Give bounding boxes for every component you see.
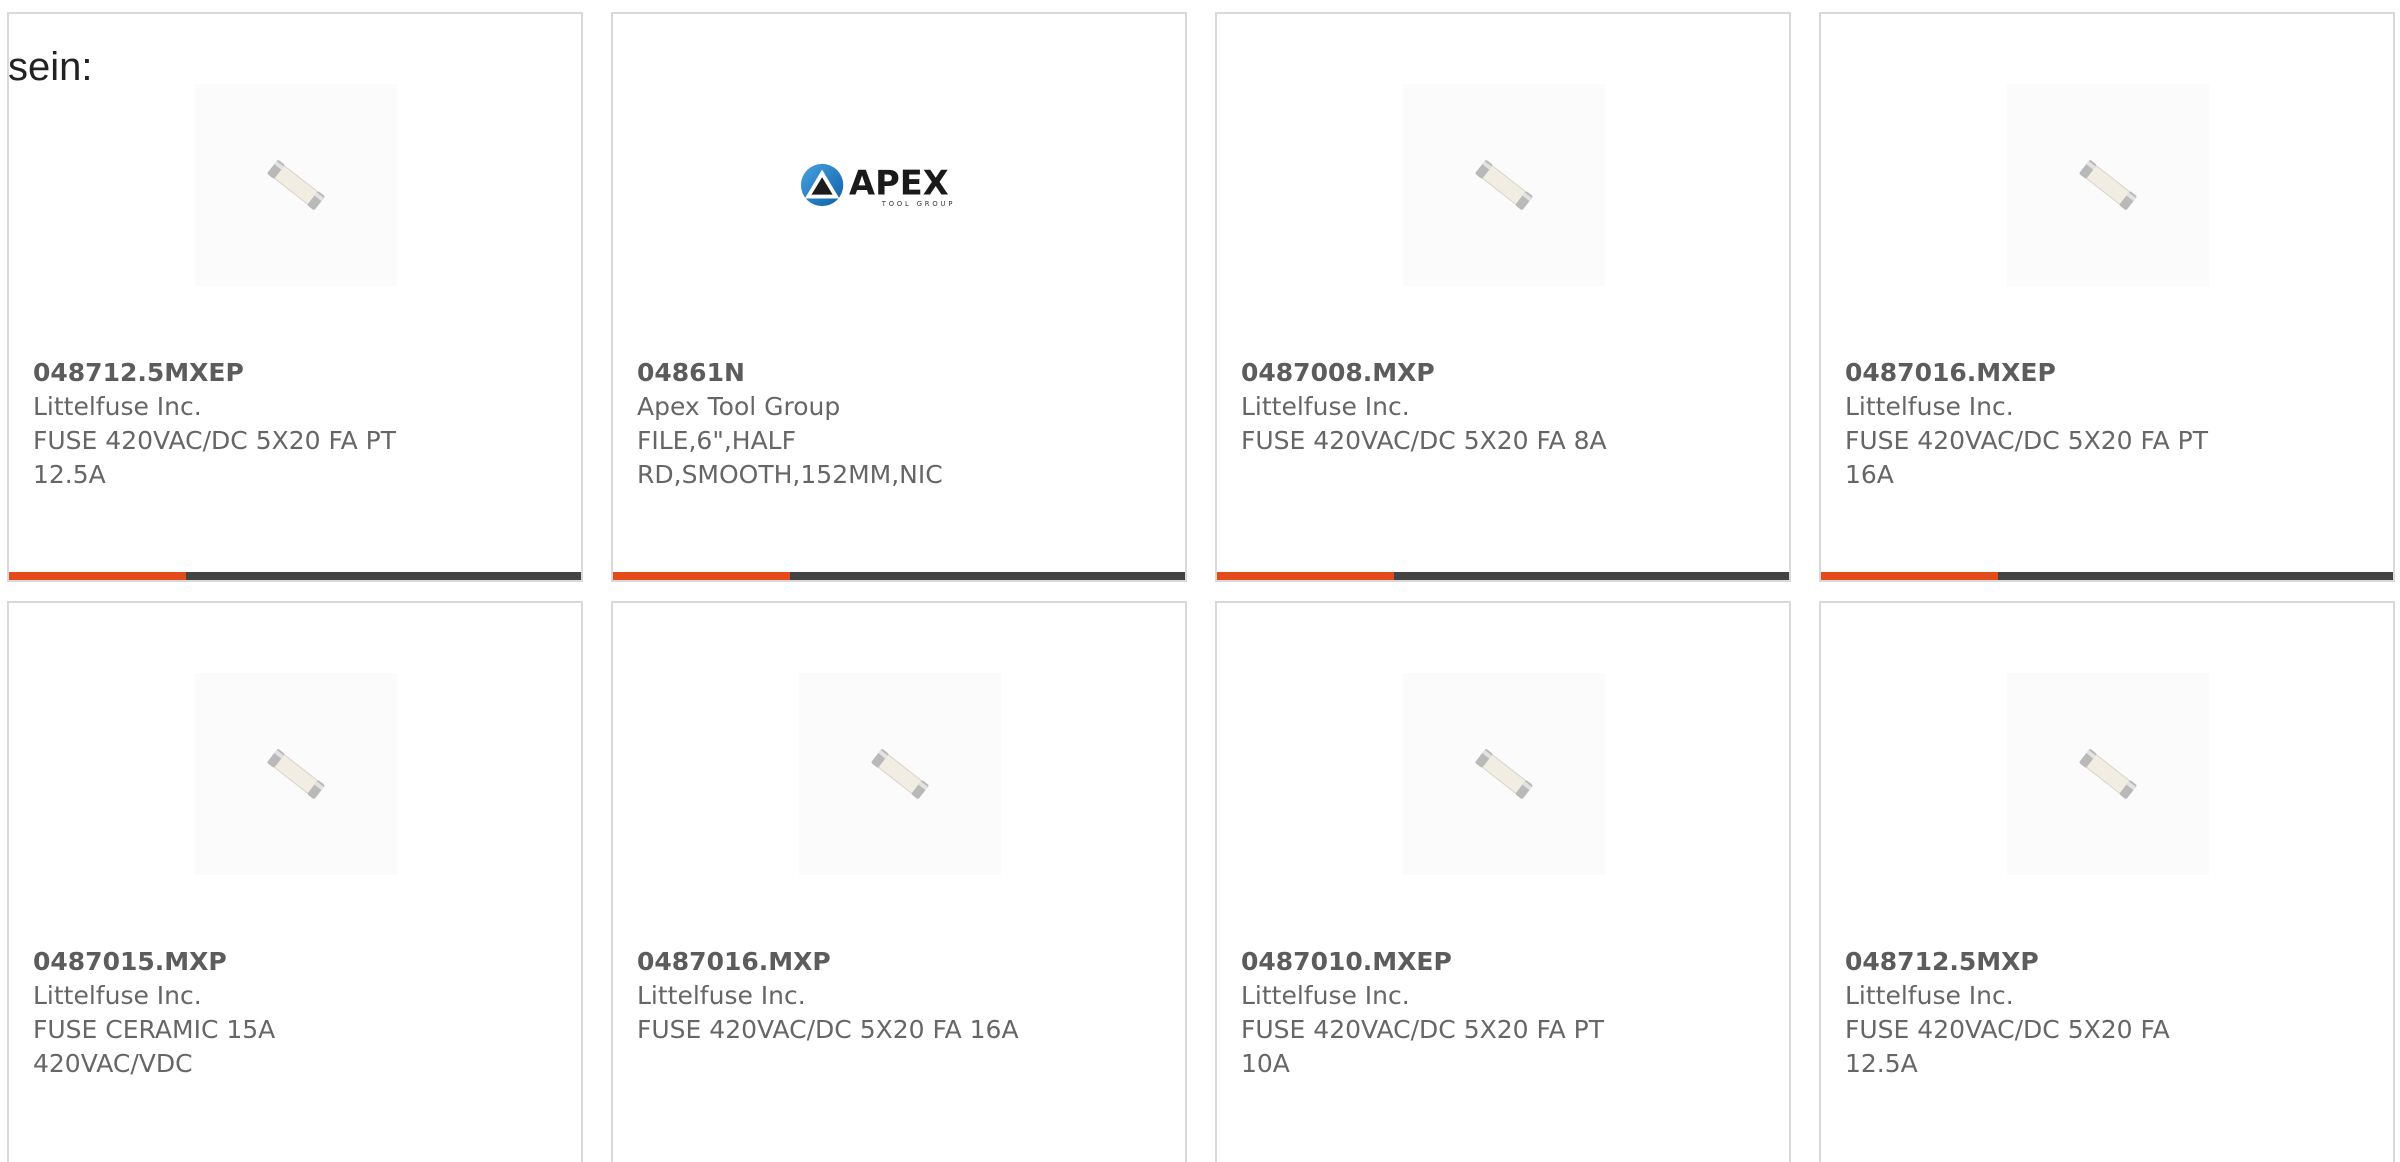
description: FUSE 420VAC/DC 5X20 FA 8A xyxy=(1241,426,1607,455)
product-card[interactable]: 048712.5MXP Littelfuse Inc. FUSE 420VAC/… xyxy=(1819,601,2395,1162)
manufacturer: Littelfuse Inc. xyxy=(33,392,202,421)
fuse-icon xyxy=(871,749,929,799)
description: FUSE 420VAC/DC 5X20 FA 16A xyxy=(637,1015,1019,1044)
product-card[interactable]: APEX TOOL GROUP 04861N Apex Tool Group F… xyxy=(611,12,1187,582)
product-card[interactable]: 0487015.MXP Littelfuse Inc. FUSE CERAMIC… xyxy=(7,601,583,1162)
description: RD,SMOOTH,152MM,NIC xyxy=(637,460,943,489)
part-number[interactable]: 0487015.MXP xyxy=(33,945,433,979)
manufacturer: Littelfuse Inc. xyxy=(33,981,202,1010)
part-number[interactable]: 048712.5MXP xyxy=(1845,945,2245,979)
product-info: 0487010.MXEP Littelfuse Inc. FUSE 420VAC… xyxy=(1241,945,1641,1081)
product-image[interactable] xyxy=(2007,673,2209,875)
progress-bar-fill xyxy=(1821,572,1999,580)
product-info: 0487008.MXP Littelfuse Inc. FUSE 420VAC/… xyxy=(1241,356,1641,458)
progress-bar xyxy=(9,572,581,580)
progress-bar xyxy=(1821,572,2393,580)
product-card[interactable]: 0487008.MXP Littelfuse Inc. FUSE 420VAC/… xyxy=(1215,12,1791,582)
product-image[interactable] xyxy=(2007,84,2209,286)
progress-bar xyxy=(1217,572,1789,580)
description: FUSE 420VAC/DC 5X20 FA PT xyxy=(33,426,396,455)
fuse-icon xyxy=(267,749,325,799)
product-info: 048712.5MXP Littelfuse Inc. FUSE 420VAC/… xyxy=(1845,945,2245,1081)
manufacturer: Apex Tool Group xyxy=(637,392,841,421)
manufacturer: Littelfuse Inc. xyxy=(1845,392,2014,421)
progress-bar-fill xyxy=(9,572,187,580)
part-number[interactable]: 048712.5MXEP xyxy=(33,356,433,390)
description: FUSE 420VAC/DC 5X20 FA PT 16A xyxy=(1845,426,2208,489)
progress-bar-fill xyxy=(613,572,791,580)
fuse-icon xyxy=(2079,749,2137,799)
product-info: 0487016.MXP Littelfuse Inc. FUSE 420VAC/… xyxy=(637,945,1037,1047)
product-info: 0487015.MXP Littelfuse Inc. FUSE CERAMIC… xyxy=(33,945,433,1081)
fuse-icon xyxy=(1475,749,1533,799)
product-info: 04861N Apex Tool Group FILE,6",HALF RD,S… xyxy=(637,356,1037,492)
svg-text:TOOL GROUP: TOOL GROUP xyxy=(881,200,956,208)
product-card[interactable]: 048712.5MXEP Littelfuse Inc. FUSE 420VAC… xyxy=(7,12,583,582)
product-card[interactable]: 0487016.MXEP Littelfuse Inc. FUSE 420VAC… xyxy=(1819,12,2395,582)
manufacturer: Littelfuse Inc. xyxy=(1241,981,1410,1010)
product-image[interactable] xyxy=(1403,673,1605,875)
description: FILE,6",HALF xyxy=(637,426,796,455)
manufacturer: Littelfuse Inc. xyxy=(1845,981,2014,1010)
description: 12.5A xyxy=(33,460,106,489)
manufacturer: Littelfuse Inc. xyxy=(637,981,806,1010)
part-number[interactable]: 04861N xyxy=(637,356,1037,390)
svg-text:APEX: APEX xyxy=(849,164,949,203)
product-info: 0487016.MXEP Littelfuse Inc. FUSE 420VAC… xyxy=(1845,356,2245,492)
part-number[interactable]: 0487016.MXEP xyxy=(1845,356,2245,390)
product-image[interactable] xyxy=(799,673,1001,875)
progress-bar xyxy=(613,572,1185,580)
fuse-icon xyxy=(1475,160,1533,210)
product-grid-page: sein: 048712.5MXEP Littelfuse Inc. FUSE … xyxy=(0,0,2400,1162)
apex-logo-icon: APEX TOOL GROUP xyxy=(800,164,956,208)
intro-text: sein: xyxy=(8,45,93,89)
product-card[interactable]: 0487010.MXEP Littelfuse Inc. FUSE 420VAC… xyxy=(1215,601,1791,1162)
product-image[interactable] xyxy=(1403,84,1605,286)
part-number[interactable]: 0487016.MXP xyxy=(637,945,1037,979)
part-number[interactable]: 0487010.MXEP xyxy=(1241,945,1641,979)
fuse-icon xyxy=(2079,160,2137,210)
part-number[interactable]: 0487008.MXP xyxy=(1241,356,1641,390)
fuse-icon xyxy=(267,160,325,210)
description: FUSE 420VAC/DC 5X20 FA PT 10A xyxy=(1241,1015,1604,1078)
product-image[interactable]: APEX TOOL GROUP xyxy=(799,84,1001,286)
product-image[interactable] xyxy=(195,84,397,286)
description: FUSE 420VAC/DC 5X20 FA 12.5A xyxy=(1845,1015,2170,1078)
description: FUSE CERAMIC 15A 420VAC/VDC xyxy=(33,1015,276,1078)
product-card[interactable]: 0487016.MXP Littelfuse Inc. FUSE 420VAC/… xyxy=(611,601,1187,1162)
product-image[interactable] xyxy=(195,673,397,875)
product-info: 048712.5MXEP Littelfuse Inc. FUSE 420VAC… xyxy=(33,356,433,492)
manufacturer: Littelfuse Inc. xyxy=(1241,392,1410,421)
progress-bar-fill xyxy=(1217,572,1395,580)
